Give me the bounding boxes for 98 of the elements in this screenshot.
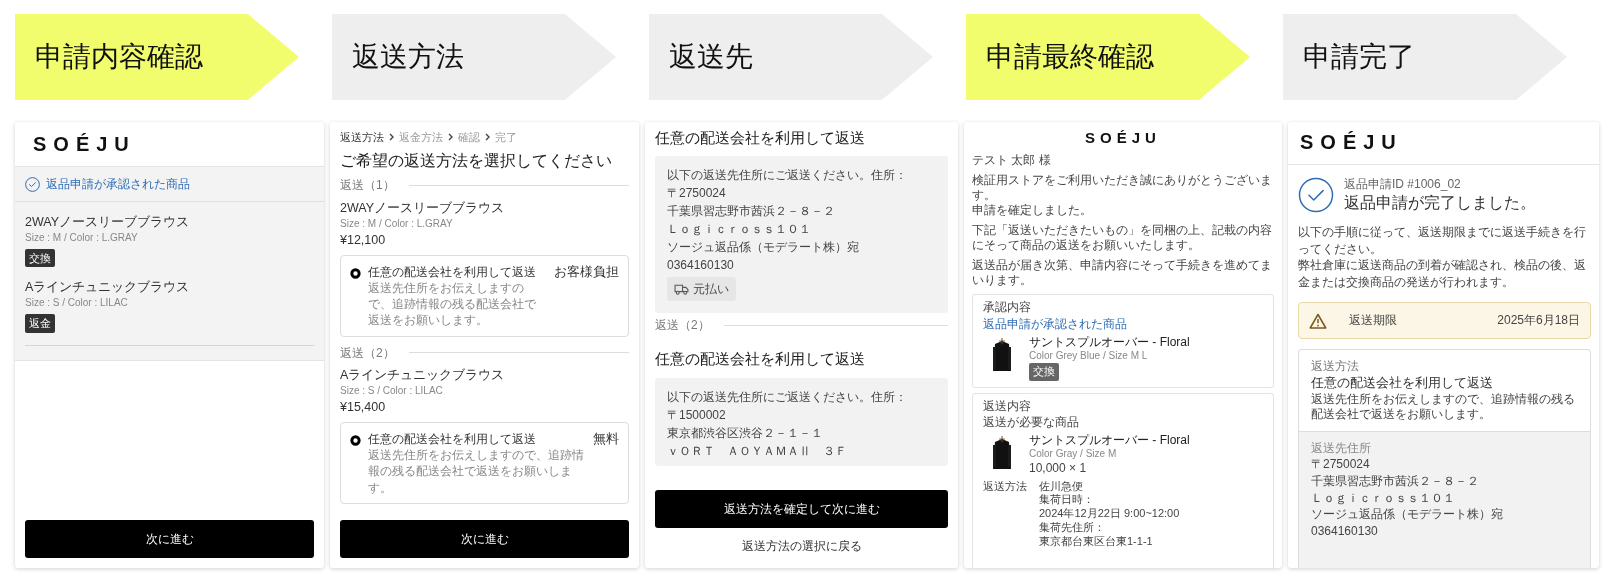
chevron-right-icon: [485, 133, 490, 142]
product-variant: Size : S / Color : LILAC: [340, 383, 444, 398]
status-tag: 返金: [25, 313, 55, 333]
payment-label: 元払い: [693, 281, 729, 299]
option-title: 任意の配送会社を利用して返送: [655, 128, 866, 148]
method-title: 任意の配送会社を利用して返送: [1311, 374, 1494, 392]
product-variant: Size : M / Color : L.GRAY: [25, 231, 139, 245]
product-variant: Size : S / Color : LILAC: [25, 296, 129, 310]
progress-step: 返送方法: [332, 14, 616, 100]
check-circle-icon: [1298, 176, 1334, 213]
address-line: 東京都渋谷区渋谷２－１－１: [667, 424, 824, 442]
deadline-label: 返送期限: [1349, 312, 1397, 329]
truck-icon: [674, 283, 689, 295]
field-label: 返送方法: [1311, 357, 1360, 375]
next-button[interactable]: 次に進む: [340, 520, 629, 558]
product-quantity: 10,000 × 1: [1029, 460, 1088, 476]
option-title: 任意の配送会社を利用して返送: [368, 263, 537, 281]
option-title: 任意の配送会社を利用して返送: [368, 431, 537, 448]
address-line: 0364160130: [667, 257, 735, 275]
complete-message: 返品申請が完了しました。: [1344, 193, 1536, 214]
method-line: 東京都台東区台東1-1-1: [1039, 534, 1154, 549]
progress-step: 申請内容確認: [15, 14, 299, 100]
product-variant: Color Grey Blue / Size M L: [1029, 349, 1149, 363]
method-line: 佐川急便: [1039, 479, 1084, 494]
instruction-text: 弊社倉庫に返送商品の到着が確認され、検品の後、返金または交換商品の発送が行われます。: [1298, 257, 1587, 291]
card-title: 承認内容: [983, 299, 1032, 315]
breadcrumb-item: 返金方法: [399, 130, 443, 145]
page-heading: ご希望の返送方法を選択してください: [340, 150, 613, 171]
product-variant: Size : M / Color : L.GRAY: [340, 216, 454, 230]
address-line: 千葉県習志野市茜浜２－８－２: [1311, 473, 1480, 490]
breadcrumb-item: 完了: [495, 130, 517, 145]
address-line: 〒2750024: [667, 185, 727, 203]
address-line: 千葉県習志野市茜浜２－８－２: [667, 203, 836, 221]
breadcrumb-item: 確認: [458, 130, 480, 145]
shipping-fee: お客様負担: [554, 263, 619, 281]
request-id: 返品申請ID #1006_02: [1344, 175, 1462, 193]
option-description: 返送先住所をお伝えしますので、追跡情報の残る配送会社で返送をお願いします。: [368, 447, 585, 496]
card-subtitle: 返送が必要な商品: [983, 415, 1080, 430]
section-label: 返送（2）: [340, 344, 395, 361]
radio-button[interactable]: [350, 435, 361, 447]
option-description: 返送先住所をお伝えしますので、追跡情報の残る配送会社で返送をお願いします。: [368, 280, 537, 329]
message-paragraph: 下記「返送いただきたいもの」を同梱の上、記載の内容にそって商品の返送をお願いいたします。: [972, 222, 1273, 253]
status-tag: 交換: [1029, 363, 1059, 381]
method-description: 返送先住所をお伝えしますので、追跡情報の残る配送会社で返送をお願いします。: [1311, 391, 1576, 423]
address-intro: 以下の返送先住所にご返送ください。住所：: [667, 167, 908, 185]
method-line: 集荷先住所：: [1039, 520, 1106, 535]
address-line: ソージュ返品係（モデラート株）宛: [1311, 506, 1504, 523]
status-tag: 交換: [25, 248, 55, 268]
address-intro: 以下の返送先住所にご返送ください。住所：: [667, 388, 908, 406]
notice-text: 返品申請が承認された商品: [46, 176, 190, 193]
product-variant: Color Gray / Size M: [1029, 448, 1118, 461]
breadcrumb-item: 返送方法: [340, 130, 384, 145]
progress-step: 申請最終確認: [966, 14, 1250, 100]
shipping-option-card[interactable]: 任意の配送会社を利用して返送 返送先住所をお伝えしますので、追跡情報の残る配送会社で返送をお願いします。 お客様負担: [340, 254, 629, 337]
product-name: 2WAYノースリーブブラウス: [340, 199, 506, 217]
address-line: 〒2750024: [1311, 456, 1371, 474]
section-label: 返送（1）: [340, 177, 395, 194]
back-link[interactable]: 返送方法の選択に戻る: [655, 537, 948, 554]
option-title: 任意の配送会社を利用して返送: [655, 349, 866, 370]
section-label: 返送（2）: [655, 317, 710, 334]
brand-logo: SOÉJU: [33, 132, 137, 157]
radio-button[interactable]: [350, 267, 361, 279]
field-label: 返送方法: [983, 479, 1027, 494]
product-name: 2WAYノースリーブブラウス: [25, 214, 191, 232]
greeting-text: テスト 太郎 様: [972, 152, 1052, 168]
instruction-text: 以下の手順に従って、返送期限までに返送手続きを行ってください。: [1298, 224, 1587, 258]
next-button[interactable]: 次に進む: [25, 520, 314, 558]
address-line: Ｌｏｇｉｃｒｏｓｓ１０１: [667, 221, 812, 239]
brand-logo: SOÉJU: [1085, 129, 1161, 146]
message-paragraph: 検証用ストアをご利用いただき誠にありがとうございます。 申請を確定しました。: [972, 172, 1273, 218]
field-label: 返送先住所: [1311, 439, 1372, 457]
warning-icon: [1309, 312, 1327, 329]
address-line: 〒1500002: [667, 406, 727, 424]
product-name: サントスプルオーバー - Floral: [1029, 334, 1190, 350]
deadline-date: 2025年6月18日: [1497, 312, 1580, 329]
address-line: 0364160130: [1311, 522, 1379, 540]
confirm-button[interactable]: 返送方法を確定して次に進む: [655, 489, 948, 528]
chevron-right-icon: [448, 133, 453, 142]
brand-logo: SOÉJU: [1300, 130, 1404, 155]
card-title: 返送内容: [983, 399, 1032, 414]
address-line: ソージュ返品係（モデラート株）宛: [667, 239, 860, 257]
message-paragraph: 返送品が届き次第、申請内容にそって手続きを進めてまいります。: [972, 257, 1273, 288]
check-circle-icon: [25, 176, 40, 192]
product-price: ¥15,400: [340, 399, 387, 417]
shipping-fee: 無料: [593, 431, 619, 449]
progress-step: 申請完了: [1283, 14, 1567, 100]
product-name: Aラインチュニックブラウス: [340, 366, 506, 384]
method-line: 集荷日時：: [1039, 493, 1095, 507]
shipping-option-card[interactable]: 任意の配送会社を利用して返送 返送先住所をお伝えしますので、追跡情報の残る配送会社で返送をお願いします。 無料: [340, 422, 629, 504]
product-name: サントスプルオーバー - Floral: [1029, 433, 1190, 448]
address-line: ｖＯＲＴ ＡＯＹＡＭＡⅡ ３Ｆ: [667, 442, 848, 460]
product-name: Aラインチュニックブラウス: [25, 279, 191, 297]
product-price: ¥12,100: [340, 232, 387, 249]
chevron-right-icon: [389, 133, 394, 142]
notice-link[interactable]: 返品申請が承認された商品: [983, 316, 1263, 332]
address-line: Ｌｏｇｉｃｒｏｓｓ１０１: [1311, 489, 1456, 507]
method-line: 2024年12月22日 9:00~12:00: [1039, 507, 1180, 521]
progress-step: 返送先: [649, 14, 933, 100]
